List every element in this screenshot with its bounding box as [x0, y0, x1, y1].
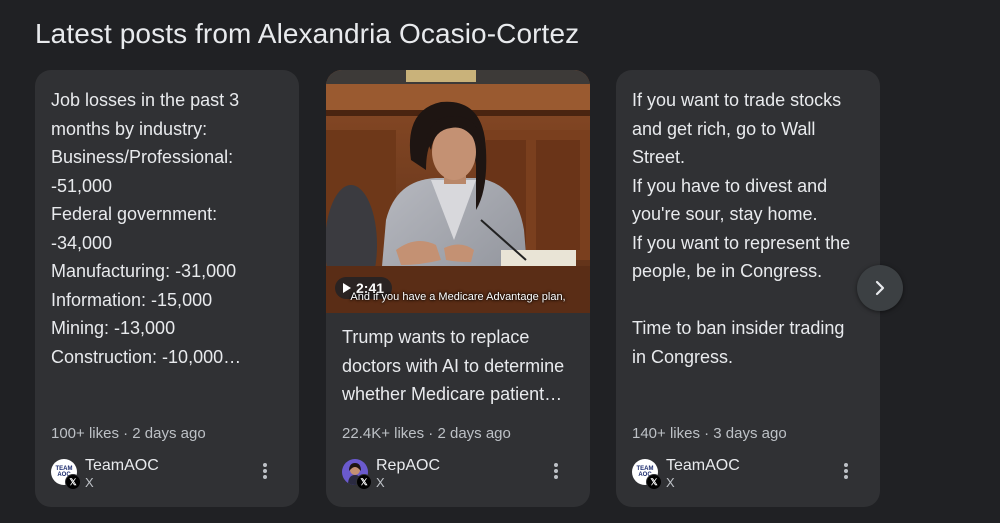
author-name: RepAOC — [376, 457, 441, 474]
author-name: TeamAOC — [666, 457, 740, 474]
author-platform: X — [666, 475, 675, 490]
chevron-right-icon — [875, 280, 885, 296]
x-logo-icon: 𝕏 — [646, 474, 662, 490]
avatar: TEAM AOC 𝕏 — [632, 459, 662, 490]
post-text: Trump wants to replace doctors with AI t… — [342, 327, 565, 404]
next-button[interactable] — [857, 265, 903, 311]
more-vert-icon[interactable] — [259, 461, 271, 485]
post-meta: 100+ likes · 2 days ago — [51, 425, 206, 442]
section-title: Latest posts from Alexandria Ocasio-Cort… — [35, 18, 580, 49]
more-vert-icon[interactable] — [550, 461, 562, 485]
author-name: TeamAOC — [85, 457, 159, 474]
post-card[interactable]: Job losses in the past 3 months by indus… — [35, 70, 299, 507]
author-platform: X — [376, 475, 385, 490]
post-text: Job losses in the past 3 months by indus… — [51, 90, 242, 367]
avatar: 𝕏 — [342, 459, 372, 490]
post-author[interactable]: TEAM AOC 𝕏 TeamAOC X — [632, 457, 868, 491]
post-meta: 140+ likes · 3 days ago — [632, 425, 787, 442]
post-text: If you want to trade stocks and get rich… — [632, 90, 851, 367]
post-author[interactable]: 𝕏 RepAOC X — [342, 457, 578, 491]
avatar: TEAM AOC 𝕏 — [51, 459, 81, 490]
video-thumbnail[interactable]: 2:41 And if you have a Medicare Advantag… — [326, 70, 590, 313]
post-author[interactable]: TEAM AOC 𝕏 TeamAOC X — [51, 457, 287, 491]
post-card[interactable]: 2:41 And if you have a Medicare Advantag… — [326, 70, 590, 507]
x-logo-icon: 𝕏 — [356, 474, 372, 490]
x-logo-icon: 𝕏 — [65, 474, 81, 490]
more-vert-icon[interactable] — [840, 461, 852, 485]
author-platform: X — [85, 475, 94, 490]
post-card[interactable]: If you want to trade stocks and get rich… — [616, 70, 880, 507]
post-meta: 22.4K+ likes · 2 days ago — [342, 425, 511, 442]
video-caption: And if you have a Medicare Advantage pla… — [350, 291, 566, 303]
